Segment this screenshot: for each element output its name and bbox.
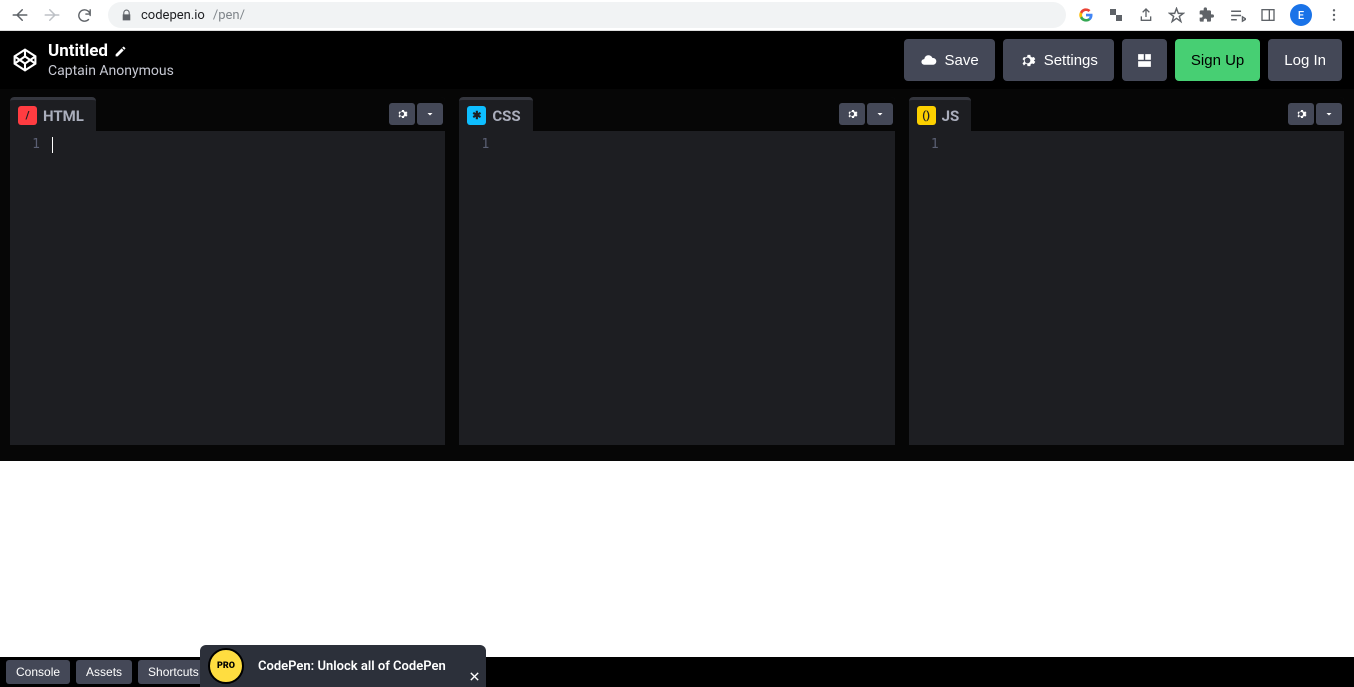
save-button[interactable]: Save [904, 39, 995, 81]
pane-dropdown-button[interactable] [417, 103, 443, 125]
extensions-icon[interactable] [1199, 7, 1215, 23]
browser-toolbar: codepen.io/pen/ E [0, 0, 1354, 31]
pane-settings-button[interactable] [839, 103, 865, 125]
title-block: Untitled Captain Anonymous [48, 41, 894, 79]
cloud-icon [920, 52, 937, 69]
google-icon[interactable] [1078, 7, 1094, 23]
js-badge-icon: () [917, 106, 936, 125]
pane-tab[interactable]: () JS [909, 97, 972, 131]
footer-bar: Console Assets Shortcuts PRO CodePen: Un… [0, 657, 1354, 687]
editor-pane-html: / HTML 1 [10, 97, 445, 445]
pane-lang-label: CSS [492, 107, 520, 125]
gear-icon [1295, 108, 1307, 120]
close-icon[interactable] [466, 667, 484, 685]
chevron-down-icon [874, 108, 886, 120]
pen-title[interactable]: Untitled [48, 41, 108, 61]
preview-pane[interactable] [0, 461, 1354, 657]
address-bar[interactable]: codepen.io/pen/ [108, 2, 1066, 28]
arrow-right-icon [43, 6, 61, 24]
arrow-left-icon [11, 6, 29, 24]
pane-header: () JS [909, 97, 1344, 131]
shortcuts-button[interactable]: Shortcuts [138, 660, 209, 684]
codepen-logo-icon[interactable] [12, 47, 38, 73]
layout-icon [1136, 52, 1153, 69]
css-badge-icon: ✱ [467, 106, 486, 125]
profile-avatar[interactable]: E [1290, 4, 1312, 26]
star-icon[interactable] [1168, 7, 1185, 24]
lock-icon [120, 9, 133, 22]
signup-button[interactable]: Sign Up [1175, 39, 1260, 81]
pane-header: ✱ CSS [459, 97, 894, 131]
back-button[interactable] [8, 3, 32, 27]
reload-button[interactable] [72, 3, 96, 27]
code-area[interactable] [949, 137, 1344, 445]
pane-lang-label: JS [942, 107, 960, 125]
line-gutter: 1 [10, 137, 50, 445]
browser-toolbar-right: E [1078, 4, 1346, 26]
pane-settings-button[interactable] [389, 103, 415, 125]
forward-button[interactable] [40, 3, 64, 27]
app-header: Untitled Captain Anonymous Save Settings… [0, 31, 1354, 89]
pane-tab[interactable]: / HTML [10, 97, 96, 131]
pane-dropdown-button[interactable] [1316, 103, 1342, 125]
promo-text: CodePen: Unlock all of CodePen [252, 659, 466, 674]
playlist-icon[interactable] [1229, 7, 1246, 24]
translate-icon[interactable] [1108, 7, 1124, 23]
gear-icon [396, 108, 408, 120]
panel-icon[interactable] [1260, 7, 1276, 23]
pane-lang-label: HTML [43, 107, 84, 125]
code-area[interactable] [50, 137, 445, 445]
editor-row: / HTML 1 ✱ CSS [0, 89, 1354, 445]
line-gutter: 1 [909, 137, 949, 445]
gear-icon [1019, 52, 1036, 69]
code-area[interactable] [499, 137, 894, 445]
pane-settings-button[interactable] [1288, 103, 1314, 125]
share-icon[interactable] [1138, 7, 1154, 23]
code-editor[interactable]: 1 [909, 131, 1344, 445]
url-host: codepen.io [141, 8, 205, 23]
line-gutter: 1 [459, 137, 499, 445]
resize-handle[interactable] [0, 445, 1354, 461]
pencil-icon[interactable] [114, 45, 127, 58]
console-button[interactable]: Console [6, 660, 70, 684]
chevron-down-icon [424, 108, 436, 120]
reload-icon [76, 7, 93, 24]
settings-button[interactable]: Settings [1003, 39, 1114, 81]
assets-button[interactable]: Assets [76, 660, 132, 684]
code-editor[interactable]: 1 [10, 131, 445, 445]
editor-pane-js: () JS 1 [909, 97, 1344, 445]
html-badge-icon: / [18, 106, 37, 125]
pen-author[interactable]: Captain Anonymous [48, 63, 894, 79]
layout-button[interactable] [1122, 39, 1167, 81]
pane-dropdown-button[interactable] [867, 103, 893, 125]
gear-icon [846, 108, 858, 120]
chevron-down-icon [1323, 108, 1335, 120]
code-editor[interactable]: 1 [459, 131, 894, 445]
login-button[interactable]: Log In [1268, 39, 1342, 81]
promo-banner[interactable]: PRO CodePen: Unlock all of CodePen [200, 645, 486, 687]
pro-badge-icon: PRO [208, 648, 244, 684]
url-path: /pen/ [213, 8, 245, 23]
header-actions: Save Settings Sign Up Log In [904, 39, 1343, 81]
pane-tab[interactable]: ✱ CSS [459, 97, 532, 131]
editor-pane-css: ✱ CSS 1 [459, 97, 894, 445]
pane-header: / HTML [10, 97, 445, 131]
menu-icon[interactable] [1326, 7, 1342, 23]
text-cursor [52, 137, 53, 153]
